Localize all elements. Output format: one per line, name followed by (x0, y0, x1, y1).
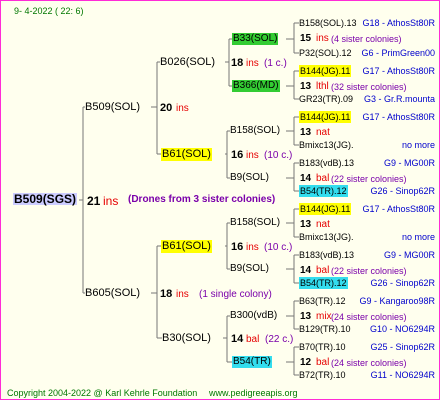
gen3-queen-7[interactable]: B300(vdB) (230, 310, 277, 322)
gen4-queen-label[interactable]: Bmixc13(JG). (299, 139, 354, 151)
gen4-queen-label[interactable]: Bmixc13(JG). (299, 231, 354, 243)
gen4-inbreeding-number: 13 (300, 311, 312, 322)
gen4-queen-label[interactable]: B183(vdB).13 (299, 157, 354, 169)
gen4-inbreeding-number: 14 (300, 173, 312, 184)
gen4-inbreeding-unit: mix (316, 311, 332, 322)
gen4-inbreeding-note: (4 sister colonies) (331, 34, 402, 44)
gen3-queen-1[interactable]: B33(SOL) (232, 33, 279, 45)
gen2-3-unit: ins (246, 242, 259, 253)
gen4-queen-label[interactable]: B129(TR).10 (299, 323, 351, 335)
gen2-queen-3[interactable]: B61(SOL) (161, 240, 212, 253)
gen1-queen-2[interactable]: B605(SOL) (85, 287, 140, 300)
gen4-origin-label: G10 - NO6294R (369, 324, 435, 334)
gen4-inbreeding-number: 12 (300, 357, 312, 368)
gen4-queen-label[interactable]: B63(TR).12 (299, 295, 346, 307)
gen4-inbreeding-note: (32 sister colonies) (331, 82, 407, 92)
gen4-inbreeding-note: (22 sister colonies) (331, 266, 407, 276)
gen2-2-note: (10 c.) (264, 150, 293, 161)
gen4-origin-label: G18 - AthosSt80R (362, 18, 435, 28)
gen4-origin-label: G3 - Gr.R.mounta (363, 94, 435, 104)
gen3-queen-4[interactable]: B9(SOL) (230, 172, 269, 184)
gen4-origin-label: G9 - MG00R (383, 158, 435, 168)
date-stamp: 9- 4-2022 ( 22: 6) (14, 6, 84, 16)
gen1-queen-1[interactable]: B509(SOL) (85, 101, 140, 114)
root-queen[interactable]: B509(SGS) (13, 193, 78, 205)
gen2-1-unit: ins (246, 58, 259, 69)
gen4-origin-label: no more (401, 140, 435, 150)
gen2-3-number: 16 (231, 241, 244, 253)
gen2-4-number: 14 (231, 333, 244, 345)
root-note: (Drones from 3 sister colonies) (128, 194, 276, 205)
gen1-2-note: (1 single colony) (199, 289, 272, 300)
gen2-queen-1[interactable]: B026(SOL) (160, 56, 215, 69)
gen4-inbreeding-unit: bal (316, 173, 330, 184)
gen1-1-number: 20 (160, 102, 173, 114)
gen4-inbreeding-unit: ins (316, 33, 329, 44)
gen4-queen-label[interactable]: B72(TR).10 (299, 369, 346, 381)
gen4-inbreeding-unit: bal (316, 265, 330, 276)
gen4-origin-label: G9 - MG00R (383, 250, 435, 260)
gen4-queen-label[interactable]: B54(TR).12 (299, 277, 348, 289)
gen2-2-number: 16 (231, 149, 244, 161)
gen4-origin-label: G25 - Sinop62R (370, 342, 435, 352)
gen4-inbreeding-number: 13 (300, 81, 312, 92)
gen4-origin-label: G26 - Sinop62R (370, 186, 435, 196)
gen4-inbreeding-note: (22 sister colonies) (331, 174, 407, 184)
gen4-queen-label[interactable]: B70(TR).10 (299, 341, 346, 353)
gen4-inbreeding-number: 14 (300, 265, 312, 276)
gen4-origin-label: G17 - AthosSt80R (362, 204, 435, 214)
gen2-2-unit: ins (246, 150, 259, 161)
gen4-inbreeding-unit: nat (316, 219, 330, 230)
gen3-queen-3[interactable]: B158(SOL) (230, 125, 280, 137)
gen4-inbreeding-unit: bal (316, 357, 330, 368)
gen4-queen-label[interactable]: B158(SOL).13 (299, 17, 357, 29)
gen4-inbreeding-unit: lthl (316, 81, 329, 92)
gen4-queen-label[interactable]: B54(TR).12 (299, 185, 348, 197)
pedigree-frame: 9- 4-2022 ( 22: 6) B509(SGS) 21 ins (Dro… (0, 0, 440, 400)
gen2-4-unit: bal (246, 334, 260, 345)
gen3-queen-2[interactable]: B366(MD) (232, 80, 280, 92)
gen4-origin-label: G9 - Kangaroo98R (359, 296, 435, 306)
gen4-origin-label: G11 - NO6294R (370, 370, 435, 380)
gen4-queen-label[interactable]: GR23(TR).09 (299, 93, 353, 105)
gen3-queen-6[interactable]: B9(SOL) (230, 263, 269, 275)
gen3-queen-8[interactable]: B54(TR) (232, 356, 272, 368)
gen4-inbreeding-number: 13 (300, 127, 312, 138)
gen2-1-note: (1 c.) (264, 58, 287, 69)
gen4-origin-label: no more (401, 232, 435, 242)
gen1-1-unit: ins (176, 103, 189, 114)
footer-copyright: Copyright 2004-2022 @ Karl Kehrle Founda… (7, 388, 198, 398)
root-inbreeding-unit: ins (103, 194, 119, 208)
gen4-inbreeding-note: (24 sister colonies) (331, 358, 407, 368)
gen4-queen-label[interactable]: B144(JG).11 (299, 65, 352, 77)
footer-website[interactable]: www.pedigreeapis.org (209, 387, 298, 399)
gen4-inbreeding-number: 13 (300, 219, 312, 230)
gen4-origin-label: G17 - AthosSt80R (362, 112, 435, 122)
gen4-queen-label[interactable]: B144(JG).11 (299, 203, 352, 215)
root-inbreeding-number: 21 (87, 194, 101, 208)
gen2-queen-2[interactable]: B61(SOL) (161, 148, 212, 161)
gen4-inbreeding-unit: nat (316, 127, 330, 138)
gen4-origin-label: G26 - Sinop62R (370, 278, 435, 288)
gen4-origin-label: G17 - AthosSt80R (362, 66, 435, 76)
gen4-queen-label[interactable]: B144(JG).11 (299, 111, 352, 123)
gen2-4-note: (22 c.) (265, 334, 294, 345)
gen3-queen-5[interactable]: B158(SOL) (230, 217, 280, 229)
gen4-inbreeding-note: (24 sister colonies) (331, 312, 407, 322)
gen4-inbreeding-number: 15 (300, 33, 312, 44)
gen4-queen-label[interactable]: B183(vdB).13 (299, 249, 354, 261)
gen1-2-unit: ins (176, 289, 189, 300)
gen2-3-note: (10 c.) (264, 242, 293, 253)
gen4-queen-label[interactable]: P32(SOL).12 (299, 47, 352, 59)
gen2-queen-4[interactable]: B30(SOL) (162, 332, 211, 345)
gen1-2-number: 18 (160, 288, 173, 300)
gen2-1-number: 18 (231, 57, 244, 69)
gen4-origin-label: G6 - PrimGreen00 (361, 48, 435, 58)
